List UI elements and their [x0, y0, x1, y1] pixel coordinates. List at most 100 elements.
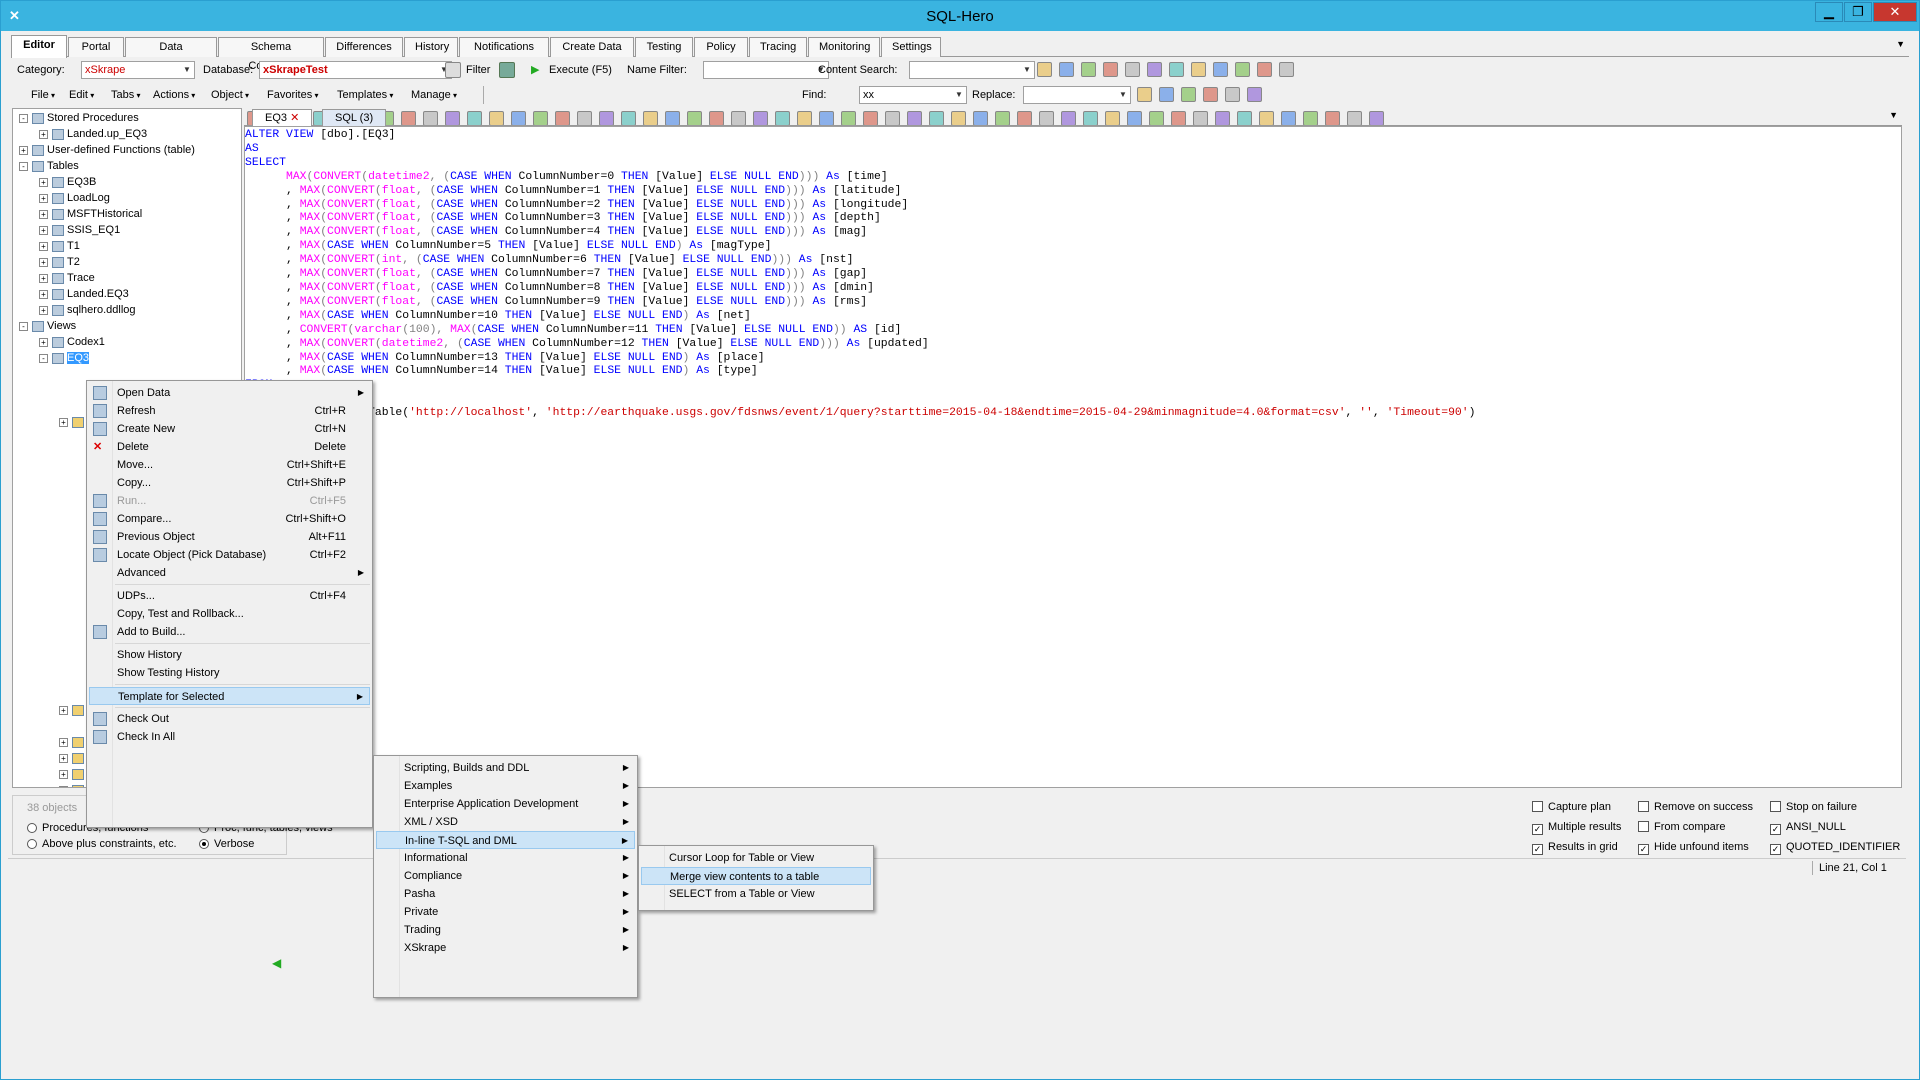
radio-verbose[interactable]: Verbose	[199, 838, 254, 851]
tab-data-compare[interactable]: Data Compare	[125, 37, 217, 72]
tab-policy[interactable]: Policy	[694, 37, 748, 57]
menu-item-pasha[interactable]: Pasha ▶	[376, 885, 635, 903]
expand-icon[interactable]: +	[39, 225, 48, 235]
menu-item-show-testing-history[interactable]: Show Testing History	[89, 664, 370, 682]
tree-node-collapsed[interactable]: +	[59, 736, 87, 749]
minimize-button[interactable]: ▁	[1815, 2, 1843, 22]
tree-node-eq3b[interactable]: + EQ3B	[39, 176, 96, 189]
expand-icon[interactable]: +	[39, 257, 48, 267]
collapse-icon[interactable]: -	[19, 161, 28, 171]
tabs-overflow-icon[interactable]: ▼	[1896, 39, 1905, 49]
toolbar1-tool-6-icon[interactable]	[1147, 62, 1162, 77]
tab-tracing[interactable]: Tracing	[749, 37, 807, 57]
name-filter-input[interactable]: ▼	[703, 61, 829, 79]
tree-node-landed-eq3[interactable]: + Landed.EQ3	[39, 288, 129, 301]
tree-node-sqlhero-ddllog[interactable]: + sqlhero.ddllog	[39, 304, 136, 317]
execute-button[interactable]: Execute (F5)	[549, 59, 612, 81]
menu-item-trading[interactable]: Trading ▶	[376, 921, 635, 939]
menu-manage[interactable]: Manage ▾	[411, 84, 457, 107]
tab-portal[interactable]: Portal	[68, 37, 124, 57]
menu-actions[interactable]: Actions ▾	[153, 84, 195, 107]
tree-node-ssis-eq1[interactable]: + SSIS_EQ1	[39, 224, 120, 237]
checkbox-remove-on-success[interactable]: Remove on success	[1638, 801, 1753, 814]
checkbox[interactable]: ✓	[1532, 844, 1543, 855]
tab-history[interactable]: History	[404, 37, 458, 57]
menu-item-delete[interactable]: ✕ Delete Delete	[89, 438, 370, 456]
expand-icon[interactable]: +	[39, 193, 48, 203]
menu-item-create-new[interactable]: Create New Ctrl+N	[89, 420, 370, 438]
collapse-icon[interactable]: -	[39, 353, 48, 363]
menu-item-copy-test-and-rollback[interactable]: Copy, Test and Rollback...	[89, 605, 370, 623]
tree-node-landed-up-eq3[interactable]: + Landed.up_EQ3	[39, 128, 147, 141]
radio-button[interactable]	[199, 839, 209, 849]
toolbar1-tool-5-icon[interactable]	[1125, 62, 1140, 77]
checkbox-hide-unfound-items[interactable]: ✓ Hide unfound items	[1638, 841, 1749, 855]
menu-item-check-in-all[interactable]: Check In All	[89, 728, 370, 746]
filter-icon[interactable]	[445, 62, 461, 78]
play-icon[interactable]: ▶	[531, 59, 539, 81]
expand-icon[interactable]: +	[59, 737, 68, 747]
title-bar[interactable]: ✕ SQL-Hero ▁ ❐ ✕	[1, 1, 1919, 31]
collapse-icon[interactable]: -	[19, 113, 28, 123]
tree-node-collapsed[interactable]: +	[59, 704, 87, 717]
checkbox[interactable]	[1638, 821, 1649, 832]
menu-item-merge-view-contents-to-a-table[interactable]: Merge view contents to a table	[641, 867, 871, 885]
tab-schema-compare[interactable]: Schema Compare	[218, 37, 324, 72]
expand-icon[interactable]: +	[59, 417, 68, 427]
radio-button[interactable]	[27, 839, 37, 849]
tree-node-t1[interactable]: + T1	[39, 240, 80, 253]
tree-node-eq3[interactable]: - EQ3	[39, 352, 90, 365]
checkbox-ansi-null[interactable]: ✓ ANSI_NULL	[1770, 821, 1846, 835]
menu-item-locate-object-pick-database[interactable]: Locate Object (Pick Database) Ctrl+F2	[89, 546, 370, 564]
tree-node-t2[interactable]: + T2	[39, 256, 80, 269]
toolbar1-tool-9-icon[interactable]	[1213, 62, 1228, 77]
expand-icon[interactable]: +	[19, 145, 28, 155]
find-input[interactable]: xx ▼	[859, 86, 967, 104]
menu-item-move[interactable]: Move... Ctrl+Shift+E	[89, 456, 370, 474]
tree-node-collapsed[interactable]: +	[59, 768, 87, 781]
checkbox-capture-plan[interactable]: Capture plan	[1532, 801, 1611, 814]
tree-node-msfthistorical[interactable]: + MSFTHistorical	[39, 208, 142, 221]
menu-item-compliance[interactable]: Compliance ▶	[376, 867, 635, 885]
checkbox[interactable]: ✓	[1638, 844, 1649, 855]
expand-icon[interactable]: +	[39, 241, 48, 251]
menu-item-in-line-t-sql-and-dml[interactable]: In-line T-SQL and DML ▶	[376, 831, 635, 849]
maximize-button[interactable]: ❐	[1844, 2, 1872, 22]
filter-options-icon[interactable]	[499, 62, 515, 78]
checkbox-multiple-results[interactable]: ✓ Multiple results	[1532, 821, 1621, 835]
close-tab-icon[interactable]: ✕	[287, 112, 299, 124]
toolbar1-tool-2-icon[interactable]	[1059, 62, 1074, 77]
tree-node-loadlog[interactable]: + LoadLog	[39, 192, 110, 205]
code-text[interactable]: ALTER VIEW [dbo].[EQ3] AS SELECT MAX(CONVE…	[245, 129, 1475, 463]
radio-above-plus-constraints-etc[interactable]: Above plus constraints, etc.	[27, 838, 177, 851]
category-select[interactable]: xSkrape ▼	[81, 61, 195, 79]
menu-item-compare[interactable]: Compare... Ctrl+Shift+O	[89, 510, 370, 528]
menu-item-xml-xsd[interactable]: XML / XSD ▶	[376, 813, 635, 831]
tree-node-views[interactable]: - Views	[19, 320, 76, 333]
tree-node-trace[interactable]: + Trace	[39, 272, 95, 285]
expand-icon[interactable]: +	[39, 305, 48, 315]
menu-item-informational[interactable]: Informational ▶	[376, 849, 635, 867]
toolbar2-tool-1-icon[interactable]	[1137, 87, 1152, 102]
expand-icon[interactable]: +	[39, 337, 48, 347]
menu-item-open-data[interactable]: Open Data ▶	[89, 384, 370, 402]
tab-notifications[interactable]: Notifications	[459, 37, 549, 57]
tab-create-data[interactable]: Create Data	[550, 37, 634, 57]
expand-icon[interactable]: +	[59, 785, 68, 787]
menu-item-show-history[interactable]: Show History	[89, 646, 370, 664]
tree-node-tables[interactable]: - Tables	[19, 160, 79, 173]
toolbar1-tool-3-icon[interactable]	[1081, 62, 1096, 77]
toolbar2-tool-3-icon[interactable]	[1181, 87, 1196, 102]
checkbox[interactable]	[1638, 801, 1649, 812]
checkbox[interactable]	[1532, 801, 1543, 812]
expand-icon[interactable]: +	[39, 129, 48, 139]
menu-item-add-to-build[interactable]: Add to Build...	[89, 623, 370, 641]
tab-editor[interactable]: Editor	[11, 35, 67, 58]
toolbar1-tool-7-icon[interactable]	[1169, 62, 1184, 77]
editor-tab-eq3[interactable]: EQ3 ✕	[252, 109, 313, 126]
tab-monitoring[interactable]: Monitoring	[808, 37, 880, 57]
menu-item-check-out[interactable]: Check Out	[89, 710, 370, 728]
tree-node-user-defined-functions-table[interactable]: + User-defined Functions (table)	[19, 144, 195, 157]
expand-icon[interactable]: +	[59, 705, 68, 715]
tree-node-codex1[interactable]: + Codex1	[39, 336, 105, 349]
